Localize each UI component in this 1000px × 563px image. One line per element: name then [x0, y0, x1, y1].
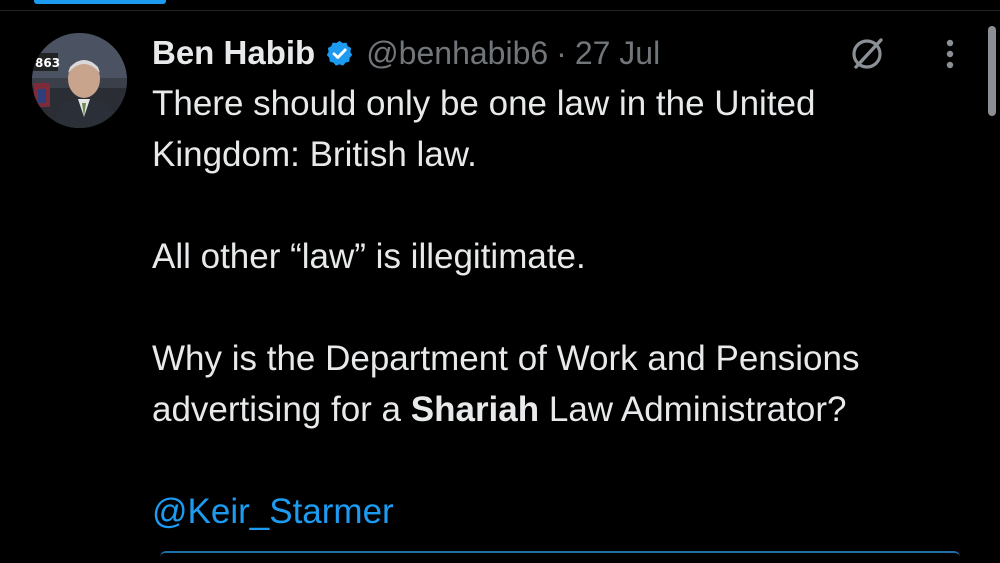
more-vertical-icon[interactable]	[940, 36, 960, 76]
tweet-text-line: advertising for a Shariah Law Administra…	[152, 384, 982, 435]
tweet-text-line: All other “law” is illegitimate.	[152, 237, 586, 276]
tweet-text: There should only be one law in the Unit…	[152, 78, 982, 537]
author-name[interactable]: Ben Habib	[152, 34, 315, 72]
verified-badge-icon	[325, 39, 354, 68]
mention-link[interactable]: @Keir_Starmer	[152, 486, 982, 537]
tweet-text-bold: Shariah	[410, 390, 540, 429]
top-divider	[0, 0, 1000, 11]
tweet-text-segment: Law Administrator?	[539, 390, 847, 429]
avatar-image: 863	[32, 33, 127, 128]
tweet-date[interactable]: 27 Jul	[575, 35, 660, 72]
tweet-text-line: Kingdom: British law.	[152, 135, 477, 174]
grok-icon[interactable]	[848, 33, 888, 73]
tweet-text-segment: advertising for a	[152, 390, 411, 429]
author-handle[interactable]: @benhabib6	[366, 35, 548, 72]
tweet-header: Ben Habib @benhabib6 · 27 Jul	[152, 30, 660, 76]
tweet-text-line: Why is the Department of Work and Pensio…	[152, 339, 860, 378]
avatar-badge-text: 863	[35, 56, 60, 70]
active-tab-indicator	[34, 0, 166, 4]
avatar[interactable]: 863	[32, 33, 127, 128]
separator-dot: ·	[556, 34, 567, 71]
scrollbar-thumb[interactable]	[988, 26, 996, 116]
quoted-card-edge[interactable]	[160, 551, 960, 563]
tweet-text-line: There should only be one law in the Unit…	[152, 84, 816, 123]
